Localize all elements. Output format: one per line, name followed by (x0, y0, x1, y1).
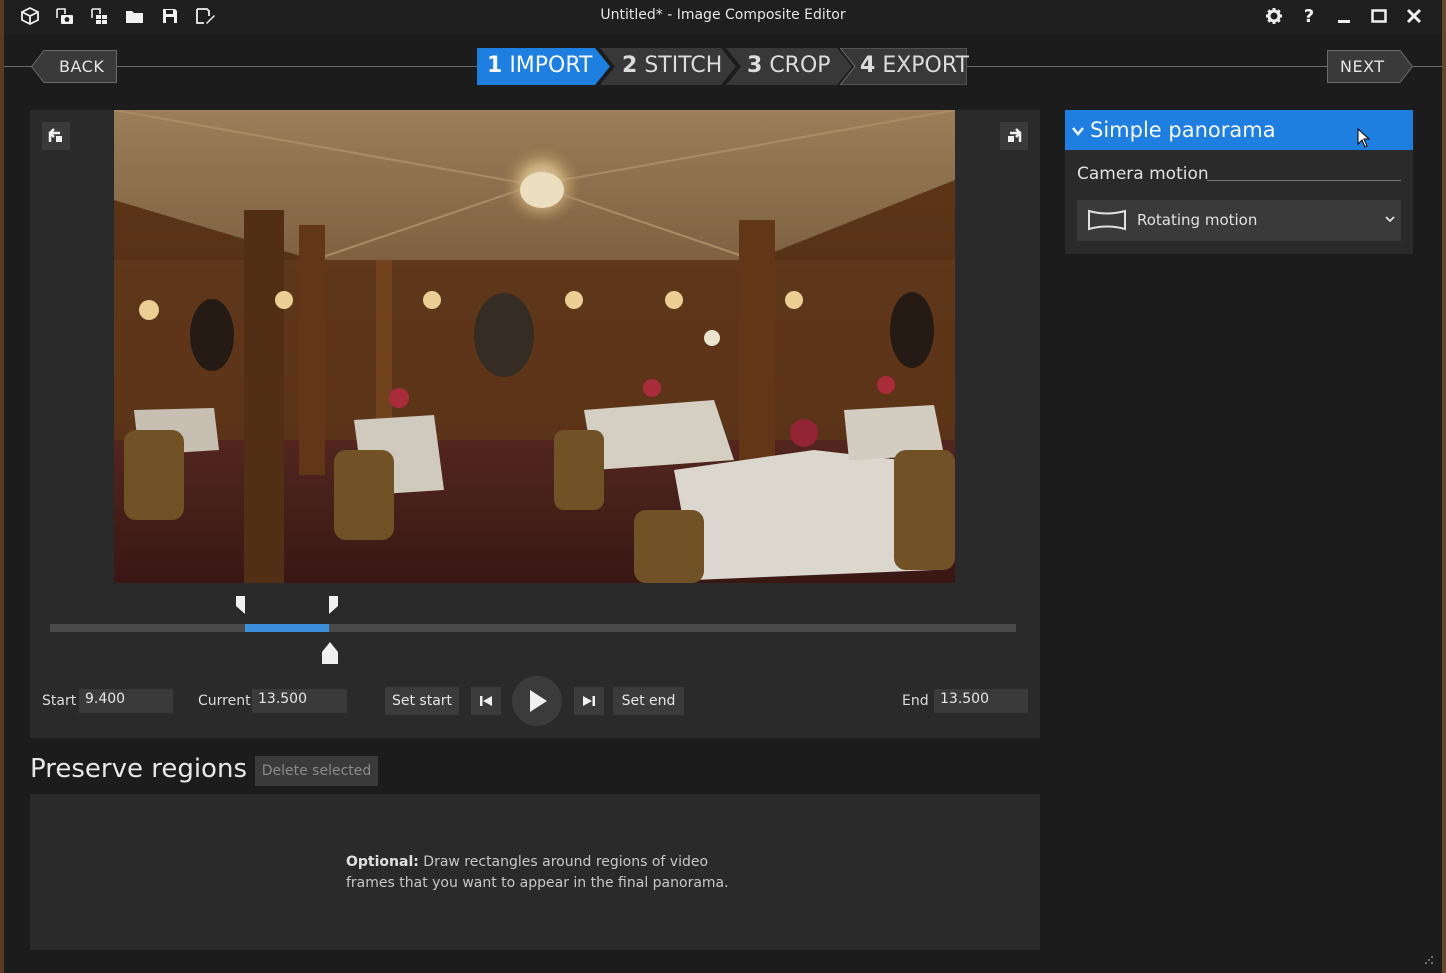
mouse-cursor-icon (1357, 128, 1371, 148)
current-label: Current (198, 693, 251, 709)
workflow-line (117, 66, 479, 67)
window-edge-left (0, 0, 4, 973)
set-end-button[interactable]: Set end (613, 687, 684, 715)
rotating-motion-icon (1088, 209, 1126, 231)
save-as-icon[interactable] (194, 6, 216, 26)
panorama-settings-panel: Simple panorama Camera motion Rotating m… (1065, 110, 1413, 254)
delete-selected-button[interactable]: Delete selected (255, 756, 378, 786)
step-number: 3 (747, 53, 763, 78)
step-number: 1 (487, 53, 503, 78)
new-from-video-icon[interactable] (54, 6, 76, 26)
workflow-line (4, 66, 32, 67)
back-button[interactable]: BACK (31, 50, 117, 83)
video-frame-image (114, 110, 955, 583)
workflow-line (1413, 66, 1442, 67)
window-title: Untitled* - Image Composite Editor (600, 7, 846, 23)
hint-line-1: Draw rectangles around regions of video (418, 854, 709, 870)
step-export[interactable]: 4 EXPORT (840, 48, 969, 85)
settings-icon[interactable] (1263, 6, 1285, 26)
range-end-marker[interactable] (328, 596, 340, 618)
camera-motion-divider (1207, 180, 1401, 181)
save-icon[interactable] (159, 6, 181, 26)
video-preview-panel: Start 9.400 Current 13.500 Set start Set… (30, 110, 1040, 738)
chevron-down-icon (1385, 216, 1395, 223)
workflow-line (967, 66, 1329, 67)
window-edge-right (1442, 0, 1446, 973)
step-import[interactable]: 1 IMPORT (477, 48, 610, 85)
back-button-label: BACK (59, 57, 105, 76)
set-start-button[interactable]: Set start (385, 687, 459, 715)
help-icon[interactable]: ? (1298, 6, 1320, 27)
step-crop[interactable]: 3 CROP (726, 48, 852, 85)
step-label: CROP (769, 53, 831, 78)
camera-motion-value: Rotating motion (1137, 211, 1258, 229)
current-position-marker[interactable] (321, 642, 339, 668)
close-icon[interactable] (1403, 6, 1425, 26)
new-from-images-icon[interactable] (89, 6, 111, 26)
step-number: 2 (622, 53, 638, 78)
start-label: Start (42, 693, 77, 709)
resize-grip-icon[interactable] (1424, 955, 1434, 965)
step-label: STITCH (644, 53, 723, 78)
step-label: EXPORT (882, 53, 969, 78)
camera-motion-select[interactable]: Rotating motion (1077, 200, 1401, 241)
step-stitch[interactable]: 2 STITCH (600, 48, 736, 85)
next-button-label: NEXT (1340, 57, 1385, 76)
preserve-regions-title: Preserve regions (30, 754, 247, 784)
step-number: 4 (860, 53, 876, 78)
end-time-field[interactable]: 13.500 (934, 689, 1028, 713)
chevron-down-icon (1072, 127, 1084, 136)
preserve-regions-panel[interactable]: Optional: Draw rectangles around regions… (30, 794, 1040, 950)
skip-to-start-button[interactable] (471, 687, 501, 715)
rotate-right-icon[interactable] (1000, 122, 1028, 150)
minimize-icon[interactable] (1333, 6, 1355, 26)
open-icon[interactable] (124, 6, 146, 26)
start-time-field[interactable]: 9.400 (79, 689, 173, 713)
hint-bold: Optional: (346, 854, 419, 870)
simple-panorama-header[interactable]: Simple panorama (1065, 110, 1413, 150)
skip-to-end-icon (583, 696, 595, 706)
rotate-left-icon[interactable] (42, 122, 70, 150)
skip-to-start-icon (480, 696, 492, 706)
range-start-marker[interactable] (234, 596, 246, 618)
hint-line-2: frames that you want to appear in the fi… (346, 875, 729, 891)
timeline-selection (245, 624, 329, 632)
play-icon (530, 690, 547, 712)
preserve-regions-hint: Optional: Draw rectangles around regions… (346, 852, 766, 894)
new-panorama-icon[interactable] (19, 6, 41, 26)
simple-panorama-label: Simple panorama (1090, 118, 1276, 142)
next-button[interactable]: NEXT (1327, 50, 1413, 83)
end-label: End (902, 693, 929, 709)
step-label: IMPORT (509, 53, 593, 78)
skip-to-end-button[interactable] (574, 687, 604, 715)
timeline-track[interactable] (50, 624, 1016, 632)
maximize-icon[interactable] (1368, 6, 1390, 26)
camera-motion-label: Camera motion (1077, 164, 1209, 184)
current-time-field[interactable]: 13.500 (252, 689, 347, 713)
play-button[interactable] (512, 676, 562, 726)
title-bar: Untitled* - Image Composite Editor ? (4, 0, 1442, 34)
